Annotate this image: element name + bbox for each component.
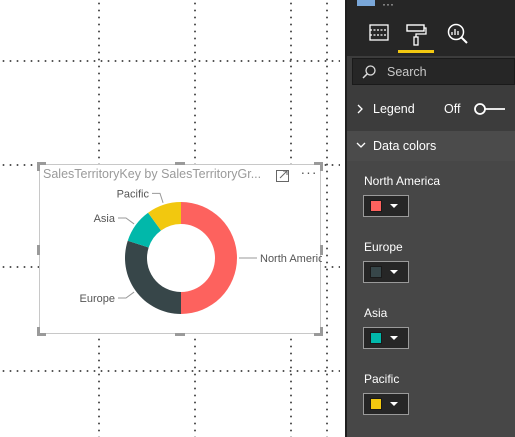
donut-chart[interactable]: North America Europe Asia Pacific xyxy=(40,165,322,335)
donut-slice-europe[interactable] xyxy=(125,240,181,314)
resize-handle-bottom[interactable] xyxy=(175,333,185,336)
fields-tab[interactable] xyxy=(363,20,395,52)
analytics-tab[interactable] xyxy=(441,20,473,52)
donut-slice-north-america[interactable] xyxy=(181,202,237,314)
color-swatch xyxy=(370,200,382,212)
leader-line-asia xyxy=(117,217,135,225)
visual-type-icon[interactable] xyxy=(357,0,375,6)
color-picker-pacific[interactable] xyxy=(363,393,409,415)
data-colors-label: Data colors xyxy=(373,139,437,153)
legend-state-label: Off xyxy=(444,102,461,116)
more-visuals-icon[interactable]: ··· xyxy=(382,0,394,11)
chevron-down-icon xyxy=(356,142,366,148)
legend-toggle[interactable] xyxy=(473,102,507,116)
resize-handle-right[interactable] xyxy=(320,245,323,255)
report-canvas[interactable]: North America Europe Asia Pacific SalesTerr… xyxy=(0,0,345,437)
more-options-button[interactable]: ··· xyxy=(299,165,319,181)
leader-line-pacific xyxy=(151,192,164,203)
donut-chart-visual[interactable]: North America Europe Asia Pacific SalesTerr… xyxy=(37,162,323,336)
data-colors-section-body: North America Europe Asia Pacific xyxy=(347,161,515,437)
data-colors-section-header[interactable]: Data colors xyxy=(347,131,515,161)
color-item-label-pacific: Pacific xyxy=(364,372,400,386)
data-label-asia: Asia xyxy=(94,213,116,225)
active-tab-indicator xyxy=(398,50,434,53)
grid-line xyxy=(0,370,340,372)
format-tab[interactable] xyxy=(400,20,432,52)
grid-line xyxy=(326,0,328,437)
search-input[interactable]: Search xyxy=(352,58,515,85)
resize-handle-top-left[interactable] xyxy=(37,162,40,171)
color-item-label-europe: Europe xyxy=(364,240,403,254)
format-paint-roller-icon xyxy=(406,24,427,46)
search-placeholder: Search xyxy=(387,65,427,79)
chevron-down-icon xyxy=(390,402,398,406)
visual-title: SalesTerritoryKey by SalesTerritoryGr... xyxy=(43,167,262,181)
search-icon xyxy=(362,65,376,79)
data-label-pacific: Pacific xyxy=(117,188,150,200)
data-label-north-america: North America xyxy=(260,253,322,265)
grid-line xyxy=(0,60,340,62)
data-label-europe: Europe xyxy=(80,293,115,305)
resize-handle-top-right[interactable] xyxy=(320,162,323,171)
resize-handle-bottom-left[interactable] xyxy=(37,327,40,336)
color-picker-europe[interactable] xyxy=(363,261,409,283)
legend-label: Legend xyxy=(373,102,415,116)
color-item-label-north-america: North America xyxy=(364,174,441,188)
pane-header: ··· xyxy=(347,0,515,56)
legend-section-header[interactable]: Legend Off xyxy=(347,94,515,124)
color-picker-north-america[interactable] xyxy=(363,195,409,217)
color-item-label-asia: Asia xyxy=(364,306,388,320)
chevron-down-icon xyxy=(390,270,398,274)
chevron-down-icon xyxy=(390,204,398,208)
focus-mode-icon[interactable] xyxy=(275,168,291,183)
resize-handle-top[interactable] xyxy=(175,162,185,165)
analytics-magnifier-icon xyxy=(447,23,468,44)
leader-line-europe xyxy=(117,291,135,299)
fields-icon xyxy=(369,24,389,41)
color-swatch xyxy=(370,398,382,410)
resize-handle-bottom-right[interactable] xyxy=(320,327,323,336)
resize-handle-left[interactable] xyxy=(37,245,40,255)
color-swatch xyxy=(370,266,382,278)
report-editor: North America Europe Asia Pacific SalesTerr… xyxy=(0,0,515,437)
chevron-down-icon xyxy=(390,336,398,340)
chevron-right-icon xyxy=(357,104,363,114)
visualizations-pane: ··· Search Legend Off Data colors North … xyxy=(347,0,515,437)
color-swatch xyxy=(370,332,382,344)
color-picker-asia[interactable] xyxy=(363,327,409,349)
